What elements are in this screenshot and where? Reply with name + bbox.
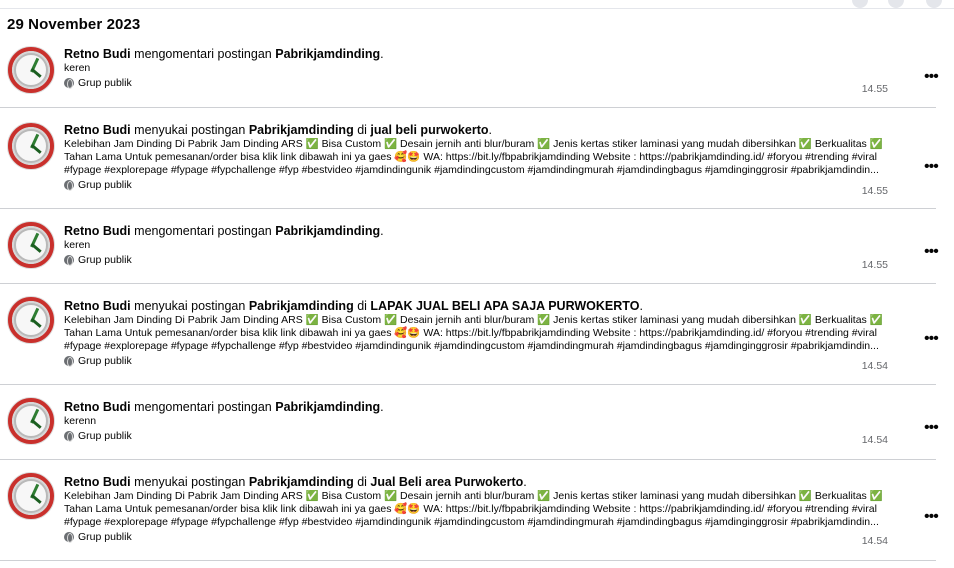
privacy-label: Grup publik: [78, 254, 132, 266]
top-bar: [0, 0, 954, 9]
top-icon[interactable]: [888, 0, 904, 8]
group-name[interactable]: jual beli purwokerto: [370, 123, 488, 137]
activity-headline[interactable]: Retno Budi menyukai postingan Pabrikjamd…: [64, 298, 888, 314]
activity-item[interactable]: Retno Budi menyukai postingan Pabrikjamd…: [0, 108, 939, 209]
privacy-row: Grup publik: [64, 179, 888, 191]
activity-content: Retno Budi menyukai postingan Pabrikjamd…: [64, 298, 888, 367]
timestamp: 14.55: [861, 259, 888, 271]
group-prefix: di: [357, 123, 367, 137]
top-icon[interactable]: [926, 0, 942, 8]
group-name[interactable]: LAPAK JUAL BELI APA SAJA PURWOKERTO: [370, 299, 639, 313]
activity-content: Retno Budi mengomentari postingan Pabrik…: [64, 399, 888, 442]
page-name[interactable]: Pabrikjamdinding: [275, 224, 380, 238]
avatar[interactable]: [7, 122, 55, 170]
avatar[interactable]: [7, 397, 55, 445]
post-snippet[interactable]: keren: [64, 62, 888, 75]
group-name[interactable]: Jual Beli area Purwokerto: [370, 475, 523, 489]
page-name[interactable]: Pabrikjamdinding: [249, 475, 354, 489]
activity-content: Retno Budi menyukai postingan Pabrikjamd…: [64, 122, 888, 191]
actor-name[interactable]: Retno Budi: [64, 123, 131, 137]
headline-period: .: [523, 475, 527, 489]
headline-period: .: [380, 47, 384, 61]
privacy-label: Grup publik: [78, 355, 132, 367]
activity-verb: mengomentari postingan: [134, 400, 272, 414]
activity-content: Retno Budi menyukai postingan Pabrikjamd…: [64, 474, 888, 543]
page-name[interactable]: Pabrikjamdinding: [249, 123, 354, 137]
more-horizontal-icon[interactable]: •••: [924, 420, 944, 436]
more-horizontal-icon[interactable]: •••: [924, 331, 944, 347]
privacy-row: Grup publik: [64, 254, 888, 266]
activity-item[interactable]: Retno Budi menyukai postingan Pabrikjamd…: [0, 460, 939, 561]
more-horizontal-icon[interactable]: •••: [924, 509, 944, 525]
timestamp: 14.55: [861, 83, 888, 95]
date-heading: 29 November 2023: [7, 16, 141, 33]
privacy-label: Grup publik: [78, 430, 132, 442]
group-prefix: di: [357, 299, 367, 313]
activity-content: Retno Budi mengomentari postingan Pabrik…: [64, 46, 888, 89]
actor-name[interactable]: Retno Budi: [64, 224, 131, 238]
privacy-row: Grup publik: [64, 77, 888, 89]
actor-name[interactable]: Retno Budi: [64, 400, 131, 414]
avatar[interactable]: [7, 296, 55, 344]
headline-period: .: [639, 299, 643, 313]
headline-period: .: [380, 224, 384, 238]
privacy-row: Grup publik: [64, 355, 888, 367]
timestamp: 14.54: [861, 434, 888, 446]
privacy-label: Grup publik: [78, 179, 132, 191]
activity-feed: Retno Budi mengomentari postingan Pabrik…: [0, 38, 954, 561]
privacy-label: Grup publik: [78, 77, 132, 89]
avatar[interactable]: [7, 472, 55, 520]
activity-content: Retno Budi mengomentari postingan Pabrik…: [64, 223, 888, 266]
page-name[interactable]: Pabrikjamdinding: [275, 400, 380, 414]
privacy-label: Grup publik: [78, 531, 132, 543]
more-horizontal-icon[interactable]: •••: [924, 69, 944, 85]
privacy-row: Grup publik: [64, 430, 888, 442]
activity-headline[interactable]: Retno Budi mengomentari postingan Pabrik…: [64, 46, 888, 62]
activity-headline[interactable]: Retno Budi mengomentari postingan Pabrik…: [64, 399, 888, 415]
timestamp: 14.54: [861, 360, 888, 372]
headline-period: .: [380, 400, 384, 414]
post-snippet[interactable]: Kelebihan Jam Dinding Di Pabrik Jam Dind…: [64, 490, 894, 529]
more-horizontal-icon[interactable]: •••: [924, 159, 944, 175]
timestamp: 14.55: [861, 185, 888, 197]
post-snippet[interactable]: kerenn: [64, 415, 888, 428]
activity-verb: menyukai postingan: [134, 123, 246, 137]
top-icon[interactable]: [852, 0, 868, 8]
actor-name[interactable]: Retno Budi: [64, 299, 131, 313]
globe-icon: [64, 356, 74, 367]
page-name[interactable]: Pabrikjamdinding: [275, 47, 380, 61]
activity-item[interactable]: Retno Budi mengomentari postingan Pabrik…: [0, 209, 939, 284]
globe-icon: [64, 431, 74, 442]
activity-headline[interactable]: Retno Budi menyukai postingan Pabrikjamd…: [64, 122, 888, 138]
globe-icon: [64, 255, 74, 266]
activity-headline[interactable]: Retno Budi mengomentari postingan Pabrik…: [64, 223, 888, 239]
headline-period: .: [488, 123, 492, 137]
globe-icon: [64, 180, 74, 191]
avatar[interactable]: [7, 221, 55, 269]
actor-name[interactable]: Retno Budi: [64, 47, 131, 61]
group-prefix: di: [357, 475, 367, 489]
more-horizontal-icon[interactable]: •••: [924, 244, 944, 260]
post-snippet[interactable]: Kelebihan Jam Dinding Di Pabrik Jam Dind…: [64, 138, 894, 177]
activity-verb: menyukai postingan: [134, 299, 246, 313]
post-snippet[interactable]: keren: [64, 239, 888, 252]
activity-headline[interactable]: Retno Budi menyukai postingan Pabrikjamd…: [64, 474, 888, 490]
avatar[interactable]: [7, 46, 55, 94]
activity-verb: mengomentari postingan: [134, 47, 272, 61]
actor-name[interactable]: Retno Budi: [64, 475, 131, 489]
privacy-row: Grup publik: [64, 531, 888, 543]
globe-icon: [64, 78, 74, 89]
activity-item[interactable]: Retno Budi mengomentari postingan Pabrik…: [0, 385, 939, 460]
activity-verb: menyukai postingan: [134, 475, 246, 489]
globe-icon: [64, 532, 74, 543]
activity-verb: mengomentari postingan: [134, 224, 272, 238]
activity-item[interactable]: Retno Budi mengomentari postingan Pabrik…: [0, 38, 939, 108]
timestamp: 14.54: [861, 535, 888, 547]
page-name[interactable]: Pabrikjamdinding: [249, 299, 354, 313]
post-snippet[interactable]: Kelebihan Jam Dinding Di Pabrik Jam Dind…: [64, 314, 894, 353]
activity-item[interactable]: Retno Budi menyukai postingan Pabrikjamd…: [0, 284, 939, 385]
